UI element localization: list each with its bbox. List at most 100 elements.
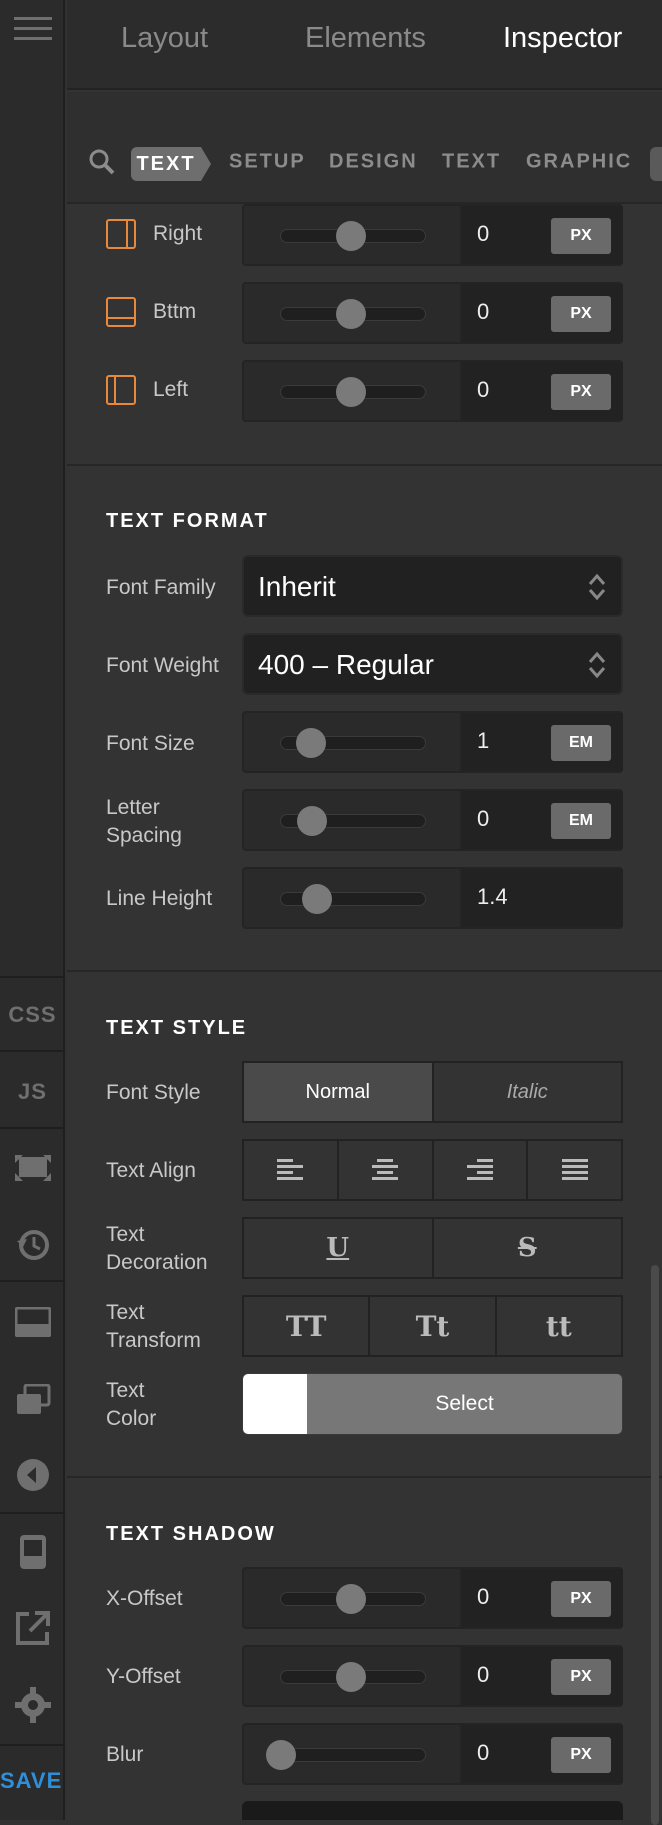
border-left-icon bbox=[106, 375, 136, 405]
shadow-color-picker[interactable] bbox=[242, 1801, 623, 1820]
x-offset-slider[interactable] bbox=[244, 1569, 462, 1627]
text-style-title: TEXT STYLE bbox=[106, 1017, 248, 1039]
menu-icon[interactable] bbox=[0, 8, 65, 50]
unit-button[interactable]: PX bbox=[551, 218, 611, 254]
tab-inspector[interactable]: Inspector bbox=[503, 22, 622, 55]
unit-button[interactable]: PX bbox=[551, 1659, 611, 1695]
letter-spacing-label-2: Spacing bbox=[106, 824, 182, 847]
font-family-select[interactable]: Inherit bbox=[242, 555, 623, 617]
panel-icon[interactable] bbox=[0, 1302, 65, 1342]
align-right-button[interactable] bbox=[434, 1141, 529, 1199]
underline-button[interactable]: U bbox=[244, 1219, 434, 1277]
slider-knob[interactable] bbox=[266, 1740, 296, 1770]
color-select-button[interactable]: Select bbox=[307, 1374, 622, 1434]
text-transform-label-1: Text bbox=[106, 1301, 145, 1324]
border-bottom-label: Bttm bbox=[153, 300, 197, 323]
y-offset-slider[interactable] bbox=[244, 1647, 462, 1705]
layers-icon[interactable] bbox=[0, 1380, 65, 1420]
subtab-text[interactable]: TEXT bbox=[442, 151, 501, 174]
blur-slider[interactable] bbox=[244, 1725, 462, 1783]
border-left-control: 0 PX bbox=[242, 360, 623, 422]
strikethrough-button[interactable]: S bbox=[434, 1219, 622, 1277]
external-link-icon[interactable] bbox=[0, 1608, 65, 1648]
align-left-button[interactable] bbox=[244, 1141, 339, 1199]
text-color-picker[interactable]: Select bbox=[242, 1373, 623, 1435]
subtab-text-active[interactable]: TEXT bbox=[131, 147, 211, 181]
uppercase-button[interactable]: TT bbox=[244, 1297, 371, 1355]
unit-button[interactable]: EM bbox=[551, 803, 611, 839]
js-button[interactable]: JS bbox=[0, 1072, 65, 1112]
gear-icon[interactable] bbox=[0, 1685, 65, 1725]
text-shadow-title: TEXT SHADOW bbox=[106, 1523, 276, 1545]
tab-layout[interactable]: Layout bbox=[121, 22, 208, 55]
slider-knob[interactable] bbox=[336, 221, 366, 251]
main-tabs: Layout Elements Inspector bbox=[67, 0, 662, 90]
font-size-slider[interactable] bbox=[244, 713, 462, 771]
font-weight-select[interactable]: 400 – Regular bbox=[242, 633, 623, 695]
slider-knob[interactable] bbox=[336, 1584, 366, 1614]
border-right-label: Right bbox=[153, 222, 203, 245]
slider-knob[interactable] bbox=[297, 806, 327, 836]
border-bottom-control: 0 PX bbox=[242, 282, 623, 344]
subtab-overflow[interactable] bbox=[650, 147, 662, 181]
capitalize-button[interactable]: Tt bbox=[370, 1297, 497, 1355]
line-height-value[interactable]: 1.4 bbox=[477, 884, 508, 910]
align-center-button[interactable] bbox=[339, 1141, 434, 1199]
text-color-label-1: Text bbox=[106, 1379, 145, 1402]
updown-icon bbox=[588, 573, 606, 601]
save-button[interactable]: SAVE bbox=[0, 1768, 65, 1794]
border-bottom-value[interactable]: 0 bbox=[477, 299, 489, 325]
unit-button[interactable]: PX bbox=[551, 1737, 611, 1773]
letter-spacing-value[interactable]: 0 bbox=[477, 806, 489, 832]
border-left-slider[interactable] bbox=[244, 362, 462, 420]
text-transform-label-2: Transform bbox=[106, 1329, 201, 1352]
lowercase-button[interactable]: tt bbox=[497, 1297, 621, 1355]
y-offset-control: 0 PX bbox=[242, 1645, 623, 1707]
history-icon[interactable] bbox=[0, 1225, 65, 1265]
border-right-slider[interactable] bbox=[244, 206, 462, 264]
line-height-control: 1.4 bbox=[242, 867, 623, 929]
slider-knob[interactable] bbox=[302, 884, 332, 914]
y-offset-label: Y-Offset bbox=[106, 1665, 181, 1688]
unit-button[interactable]: PX bbox=[551, 296, 611, 332]
text-format-title: TEXT FORMAT bbox=[106, 510, 269, 532]
x-offset-label: X-Offset bbox=[106, 1587, 183, 1610]
search-icon[interactable] bbox=[89, 149, 115, 180]
font-style-italic-button[interactable]: Italic bbox=[434, 1063, 622, 1121]
text-color-label-2: Color bbox=[106, 1407, 157, 1430]
border-bottom-icon bbox=[106, 297, 136, 327]
letter-spacing-control: 0 EM bbox=[242, 789, 623, 851]
subtab-graphic[interactable]: GRAPHIC bbox=[526, 151, 632, 174]
y-offset-value[interactable]: 0 bbox=[477, 1662, 489, 1688]
unit-button[interactable]: PX bbox=[551, 374, 611, 410]
slider-knob[interactable] bbox=[336, 1662, 366, 1692]
unit-button[interactable]: EM bbox=[551, 725, 611, 761]
border-left-label: Left bbox=[153, 378, 189, 401]
font-size-value[interactable]: 1 bbox=[477, 728, 489, 754]
subtab-setup[interactable]: SETUP bbox=[229, 151, 306, 174]
scrollbar[interactable] bbox=[651, 1265, 659, 1825]
blur-value[interactable]: 0 bbox=[477, 1740, 489, 1766]
back-icon[interactable] bbox=[0, 1455, 65, 1495]
border-left-value[interactable]: 0 bbox=[477, 377, 489, 403]
css-button[interactable]: CSS bbox=[0, 995, 65, 1035]
slider-knob[interactable] bbox=[296, 728, 326, 758]
color-swatch[interactable] bbox=[243, 1374, 307, 1434]
line-height-slider[interactable] bbox=[244, 869, 462, 927]
tab-elements[interactable]: Elements bbox=[305, 22, 426, 55]
letter-spacing-slider[interactable] bbox=[244, 791, 462, 849]
border-bottom-slider[interactable] bbox=[244, 284, 462, 342]
border-right-value[interactable]: 0 bbox=[477, 221, 489, 247]
unit-button[interactable]: PX bbox=[551, 1581, 611, 1617]
x-offset-control: 0 PX bbox=[242, 1567, 623, 1629]
left-toolbar: CSS JS SAVE bbox=[0, 0, 65, 1820]
subtab-design[interactable]: DESIGN bbox=[329, 151, 418, 174]
slider-knob[interactable] bbox=[336, 299, 366, 329]
font-style-normal-button[interactable]: Normal bbox=[244, 1063, 434, 1121]
x-offset-value[interactable]: 0 bbox=[477, 1584, 489, 1610]
slider-knob[interactable] bbox=[336, 377, 366, 407]
text-align-group bbox=[242, 1139, 623, 1201]
align-justify-button[interactable] bbox=[528, 1141, 621, 1199]
device-icon[interactable] bbox=[0, 1532, 65, 1572]
resize-icon[interactable] bbox=[0, 1148, 65, 1188]
